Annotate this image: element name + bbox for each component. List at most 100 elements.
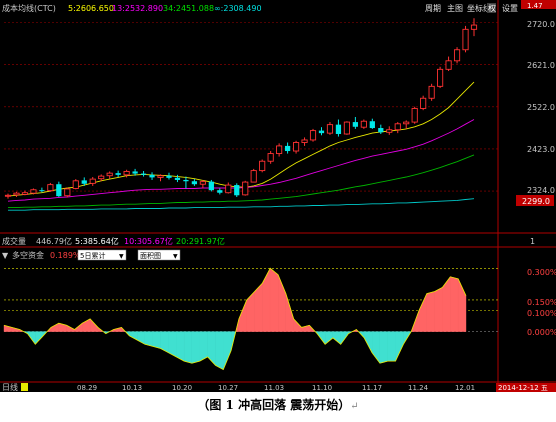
flow-area-negative [183,331,193,364]
indicator-value: 0.189% [50,251,81,260]
volume-ma5: 5:385.64亿 [75,236,119,246]
candle-body-up [157,175,164,178]
indicator-tick-label: 0.000% [527,328,556,337]
toolbar-adjust-button[interactable]: 权 [488,3,496,13]
indicator-name[interactable]: 多空资金 [12,250,44,260]
candle-body-up [30,189,37,194]
return-mark-icon: ↵ [350,401,359,412]
chart-style-select[interactable]: 面积图 ▼ [137,249,181,261]
flow-area-negative [176,331,185,362]
candle-body-up [343,121,350,135]
candle-body-down [174,177,181,180]
candle-body-up [47,184,54,192]
flow-area-positive [426,291,435,332]
volume-ma10: 10:305.67亿 [124,236,173,246]
flow-area-negative [199,331,208,362]
flow-area-positive [450,276,459,332]
indicator-tick-label: 0.300% [527,268,556,277]
ma34-value: 34:2451.088 [163,4,214,13]
candle-body-up [225,184,232,194]
period-select-value: 5日累计 [80,251,105,260]
ma-indicator-name[interactable]: 成本均线(CTC) [2,3,56,13]
flow-area-negative [215,331,224,370]
candle-body-up [453,49,461,62]
date-tick-label: 11.24 [408,384,429,392]
candle-body-up [437,68,444,87]
candle-body-up [250,170,257,183]
candle-body-up [470,24,478,30]
flow-area-negative [379,331,388,364]
date-tick-label: 10.20 [172,384,192,392]
date-tick-label: 11.10 [312,384,332,392]
candle-body-up [98,175,105,180]
chevron-down-icon: ▼ [119,253,124,260]
price-tick-label: 2621.0 [527,61,555,70]
candle-body-down [149,174,155,178]
candle-body-down [217,190,223,193]
candle-body-up [411,108,418,123]
price-tick-label: 2423.0 [527,145,555,154]
candle-body-up [123,170,130,176]
candle-body-down [378,128,384,133]
chevron-down-icon: ▼ [173,253,178,260]
toolbar-settings-button[interactable]: 设置 [502,3,518,13]
volume-label[interactable]: 成交量 [2,236,26,246]
figure-caption-text: （图 1 冲高回落 震荡开始） [197,398,351,412]
candle-body-down [166,175,172,178]
candle-body-up [292,142,300,152]
candle-body-up [309,130,317,141]
price-tick-label: 2720.0 [527,20,555,29]
candle-body-down [335,124,342,134]
current-price-value: 2299.0 [522,197,550,206]
volume-ma20: 20:291.97亿 [176,236,225,246]
candle-body-up [326,124,334,134]
price-tick-label: 2522.0 [527,103,555,112]
chart-style-select-value: 面积图 [140,251,161,260]
candle-body-up [89,178,96,184]
candle-body-down [208,181,214,191]
candle-body-up [420,97,427,109]
ma13-value: 13:2532.890 [112,4,163,13]
indicator-tick-label: 0.150% [527,298,556,307]
period-marker-icon [21,383,28,391]
indicator-tick-label: 0.100% [527,309,556,318]
candle-body-down [369,121,375,129]
candle-body-up [276,145,283,155]
candle-body-up [267,153,274,162]
flow-area-positive [434,286,443,332]
date-tick-label: 11.03 [264,384,284,392]
volume-value: 446.79亿 [36,236,72,246]
flow-area-positive [270,267,279,332]
candle-body-down [234,185,240,196]
candle-body-up [462,28,469,51]
candle-body-up [4,194,12,197]
flow-area-negative [152,331,161,349]
candle-body-down [284,145,291,152]
toolbar-main-chart-button[interactable]: 主图 [447,3,463,13]
toolbar-period-button[interactable]: 周期 [425,4,441,13]
price-tick-label: 2324.0 [527,186,555,195]
kline-chart: 成本均线(CTC) 5:2606.650 13:2532.890 34:2451… [0,0,556,392]
candle-body-up [106,172,113,177]
trading-screen: 成本均线(CTC) 5:2606.650 13:2532.890 34:2451… [0,0,556,422]
candle-body-down [191,181,198,185]
candle-body-up [259,160,266,172]
ma5-value: 5:2606.650 [68,4,114,13]
flow-area-negative [144,331,153,347]
chart-background [0,0,556,392]
candle-body-up [428,85,435,99]
ma-long-value: ∞:2308.490 [214,4,262,13]
collapse-arrow-icon[interactable]: ▼ [2,251,9,260]
date-tick-label: 08.29 [77,384,97,392]
period-label[interactable]: 日线 [2,382,18,392]
date-tick-label: 10.13 [122,384,142,392]
volume-axis-label: 1 [530,237,535,246]
candle-body-down [132,171,138,174]
figure-caption: （图 1 冲高回落 震荡开始）↵ [0,396,556,413]
candle-body-up [199,181,206,185]
period-select[interactable]: 5日累计 ▼ [77,249,127,261]
candle-body-down [352,122,359,127]
candle-body-down [140,173,147,175]
candle-body-up [301,139,308,143]
candle-body-up [394,123,401,131]
